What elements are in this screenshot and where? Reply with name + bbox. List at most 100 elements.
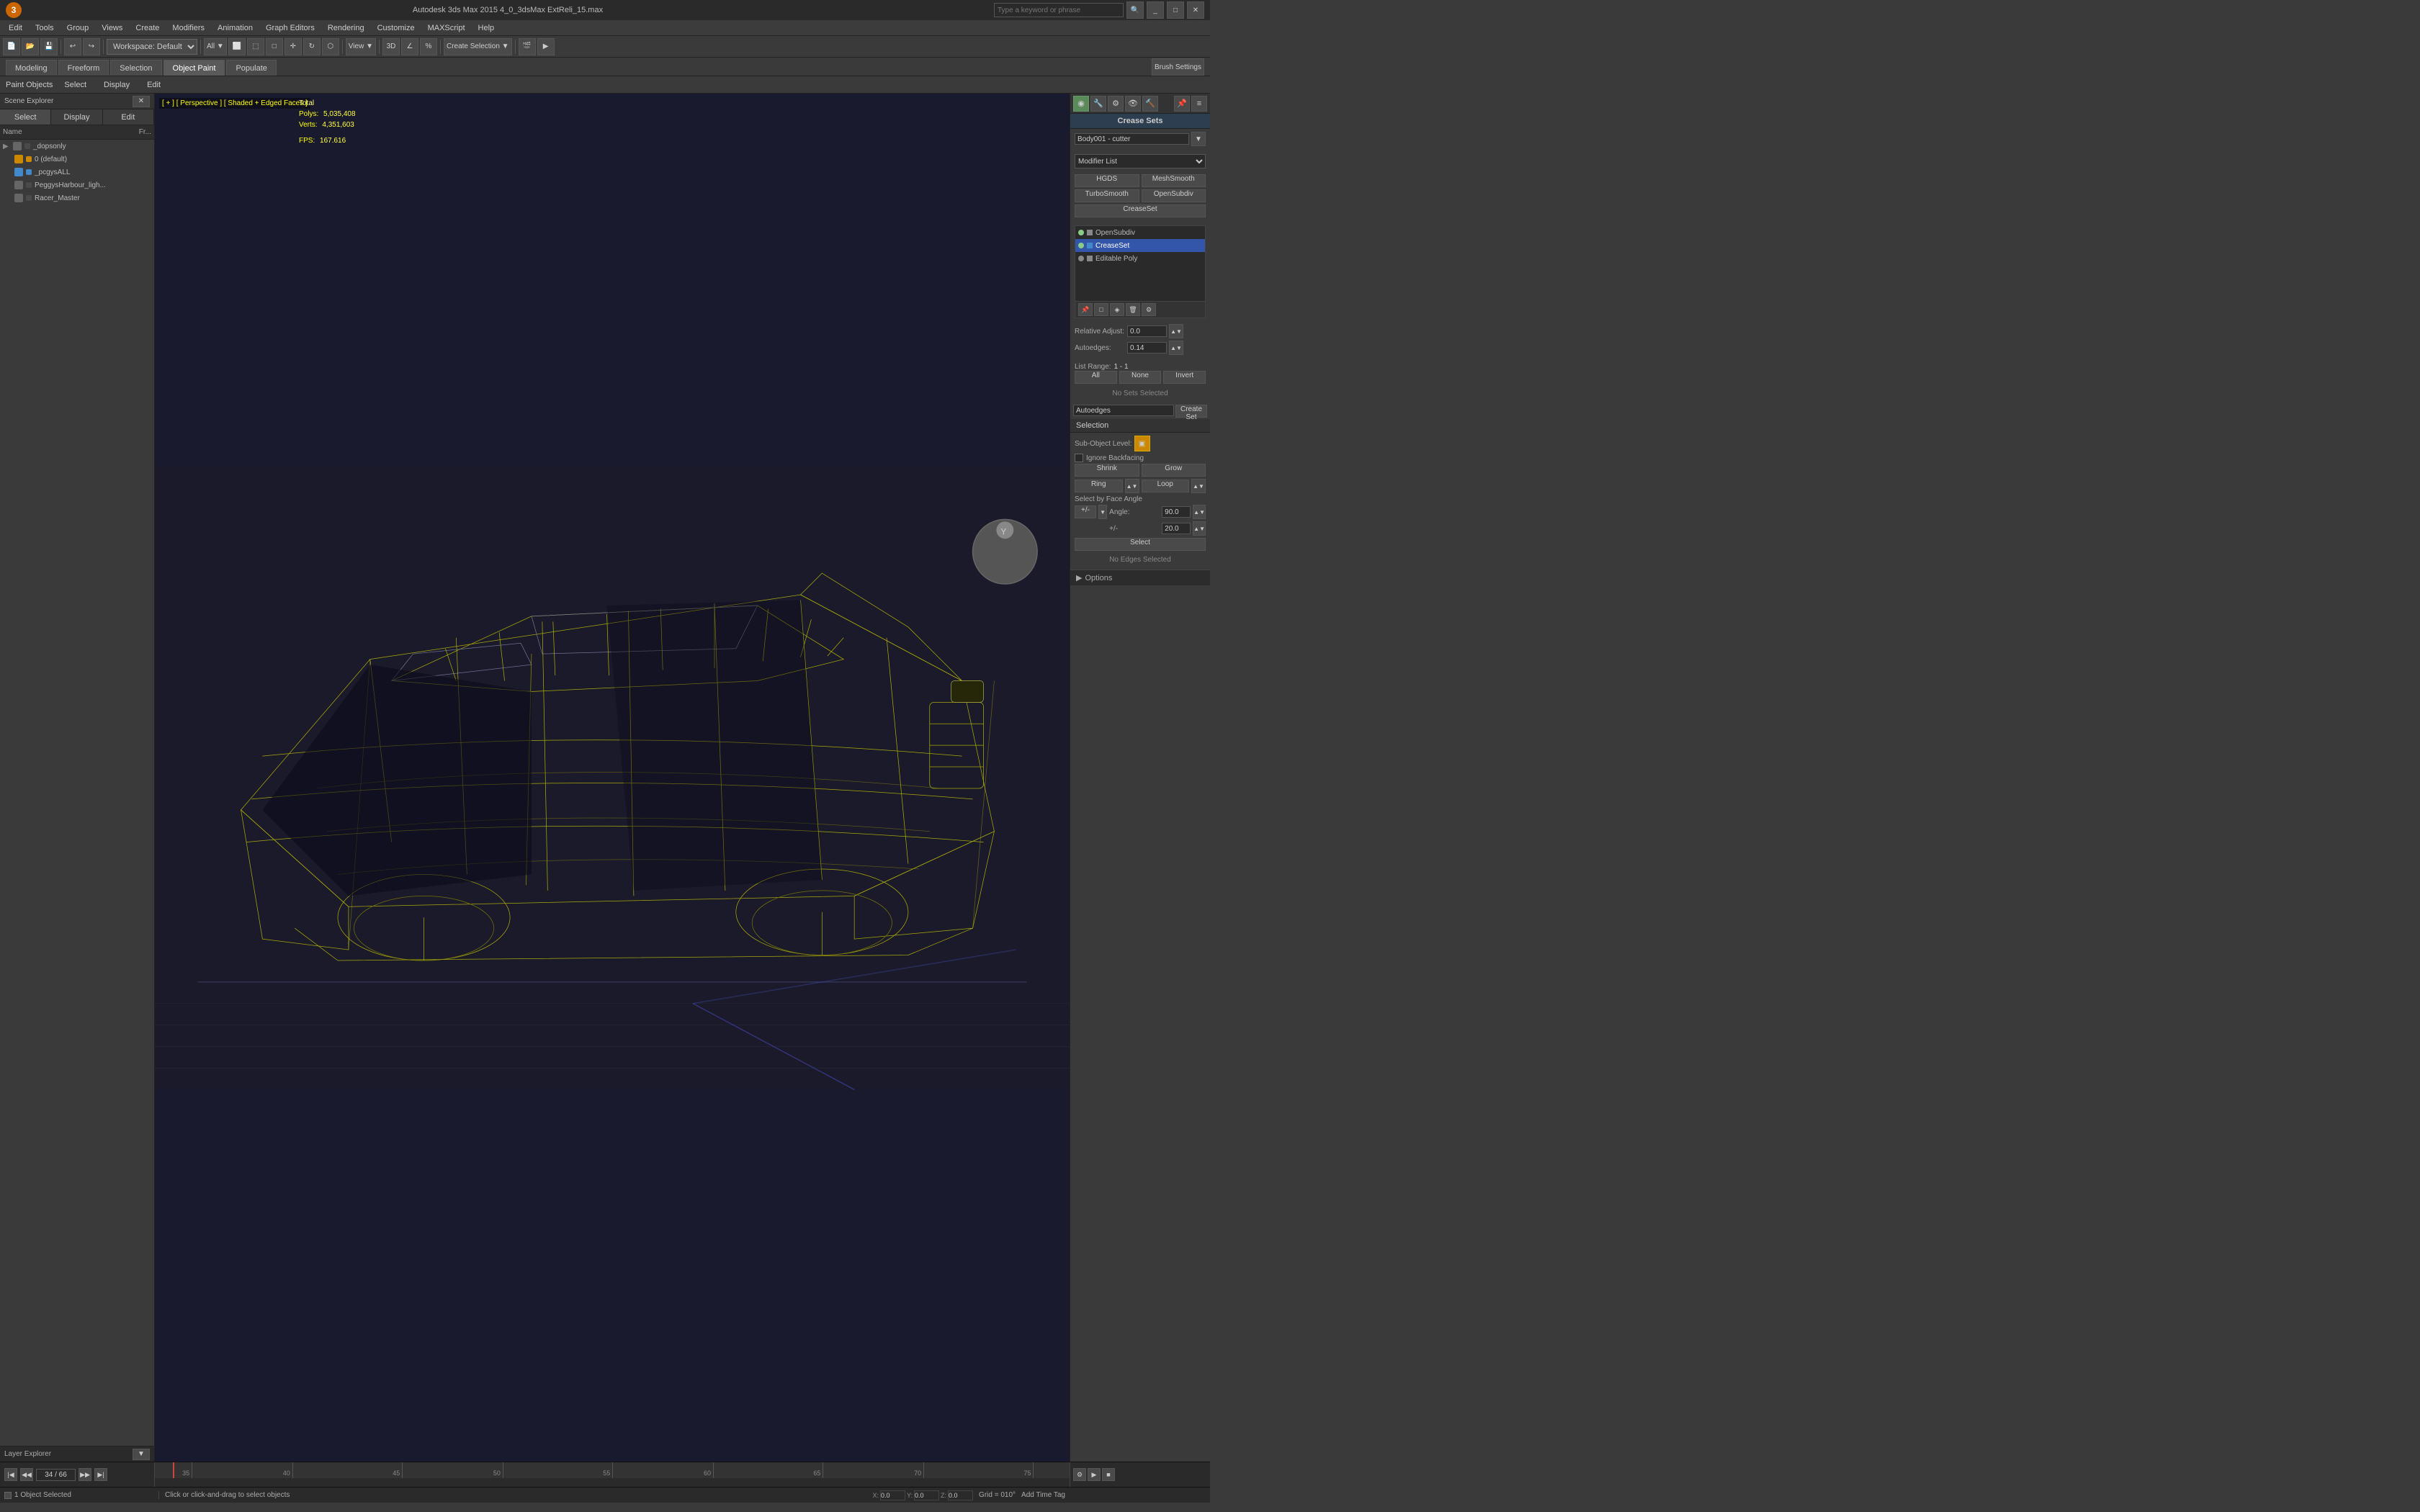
- object-dropdown-btn[interactable]: ▼: [1191, 132, 1206, 146]
- grow-btn[interactable]: Grow: [1142, 464, 1206, 477]
- tree-tab-edit[interactable]: Edit: [103, 109, 154, 125]
- tree-tab-display[interactable]: Display: [51, 109, 102, 125]
- tree-item-default[interactable]: 0 (default): [0, 153, 154, 166]
- sub-tab-select[interactable]: Select: [58, 79, 92, 91]
- close-btn[interactable]: ✕: [1187, 1, 1204, 19]
- select-filter[interactable]: All ▼: [204, 38, 227, 55]
- help-search-input[interactable]: [994, 3, 1124, 17]
- timeline-main[interactable]: 35 40 45 50 55 60 65 70 75: [155, 1462, 1070, 1487]
- snap-3d-btn[interactable]: 3D: [382, 38, 400, 55]
- open-btn[interactable]: 📂: [22, 38, 39, 55]
- shrink-btn[interactable]: Shrink: [1075, 464, 1139, 477]
- ring-spinner[interactable]: ▲▼: [1125, 479, 1139, 493]
- select-region-btn[interactable]: ⬚: [247, 38, 264, 55]
- modifier-opensubdiv[interactable]: OpenSubdiv: [1075, 226, 1205, 239]
- menu-views[interactable]: Views: [96, 22, 128, 34]
- workspace-select[interactable]: Workspace: Default: [107, 39, 197, 55]
- brush-settings-btn[interactable]: Brush Settings: [1152, 58, 1204, 76]
- show-end-result-btn[interactable]: □: [1094, 303, 1108, 316]
- y-coord-input[interactable]: [914, 1490, 939, 1500]
- menu-maxscript[interactable]: MAXScript: [422, 22, 471, 34]
- create-selection-btn[interactable]: Create Selection ▼: [444, 38, 512, 55]
- menu-help[interactable]: Help: [472, 22, 501, 34]
- sub-tab-display[interactable]: Display: [98, 79, 135, 91]
- rp-icon-display2[interactable]: 👁: [1125, 96, 1141, 112]
- menu-customize[interactable]: Customize: [372, 22, 421, 34]
- menu-modifiers[interactable]: Modifiers: [166, 22, 210, 34]
- x-coord-input[interactable]: [880, 1490, 905, 1500]
- all-btn[interactable]: All: [1075, 371, 1117, 384]
- undo-btn[interactable]: ↩: [64, 38, 81, 55]
- angle-snap-btn[interactable]: ∠: [401, 38, 418, 55]
- configure-btn[interactable]: ⚙: [1142, 303, 1156, 316]
- modifier-list-select[interactable]: Modifier List: [1075, 154, 1206, 168]
- menu-tools[interactable]: Tools: [30, 22, 60, 34]
- rp-icon-hierarchy[interactable]: 🔧: [1090, 96, 1106, 112]
- autoedges-spinner[interactable]: ▲▼: [1169, 341, 1183, 355]
- tree-item-pcgysall[interactable]: _pcgysALL: [0, 166, 154, 179]
- turbosmooth-btn[interactable]: TurboSmooth: [1075, 189, 1139, 202]
- search-btn[interactable]: 🔍: [1126, 1, 1144, 19]
- menu-edit[interactable]: Edit: [3, 22, 28, 34]
- sub-object-icon[interactable]: ▣: [1134, 436, 1150, 451]
- layer-settings-btn[interactable]: ▼: [133, 1449, 150, 1460]
- tab-freeform[interactable]: Freeform: [58, 60, 109, 76]
- prev-frame-btn[interactable]: |◀: [4, 1468, 17, 1481]
- menu-graph-editors[interactable]: Graph Editors: [260, 22, 321, 34]
- loop-spinner[interactable]: ▲▼: [1191, 479, 1206, 493]
- rp-icon-utils[interactable]: 🔨: [1142, 96, 1158, 112]
- angle-spinner[interactable]: ▲▼: [1193, 505, 1206, 519]
- new-btn[interactable]: 📄: [3, 38, 20, 55]
- play-fwd-btn[interactable]: ▶▶: [79, 1468, 91, 1481]
- modifier-editable-poly[interactable]: Editable Poly: [1075, 252, 1205, 265]
- render-setup-btn[interactable]: 🎬: [519, 38, 536, 55]
- create-set-btn[interactable]: Create Set: [1175, 405, 1207, 418]
- move-btn[interactable]: ✛: [284, 38, 302, 55]
- menu-group[interactable]: Group: [61, 22, 95, 34]
- redo-btn[interactable]: ↪: [83, 38, 100, 55]
- menu-create[interactable]: Create: [130, 22, 165, 34]
- menu-animation[interactable]: Animation: [212, 22, 259, 34]
- invert-btn[interactable]: Invert: [1163, 371, 1206, 384]
- pm-btn[interactable]: +/-: [1075, 505, 1096, 518]
- percent-snap-btn[interactable]: %: [420, 38, 437, 55]
- select-btn[interactable]: Select: [1075, 538, 1206, 551]
- viewport[interactable]: Y [ + ] [ Perspective ] [ Shaded + Edged…: [155, 94, 1070, 1462]
- minimize-btn[interactable]: _: [1147, 1, 1164, 19]
- ignore-backfacing-cb[interactable]: [1075, 454, 1083, 462]
- z-coord-input[interactable]: [948, 1490, 973, 1500]
- maximize-btn[interactable]: □: [1167, 1, 1184, 19]
- tab-populate[interactable]: Populate: [226, 60, 276, 76]
- tree-tab-select[interactable]: Select: [0, 109, 51, 125]
- rp-icon-motion[interactable]: ⚙: [1108, 96, 1124, 112]
- none-btn[interactable]: None: [1119, 371, 1162, 384]
- remove-modifier-btn[interactable]: 🗑: [1126, 303, 1140, 316]
- save-btn[interactable]: 💾: [40, 38, 58, 55]
- angle-input[interactable]: [1162, 506, 1191, 518]
- select-box-btn[interactable]: □: [266, 38, 283, 55]
- sub-tab-edit[interactable]: Edit: [141, 79, 166, 91]
- modifier-creaseset[interactable]: CreaseSet: [1075, 239, 1205, 252]
- timeline-current-marker[interactable]: [173, 1462, 174, 1478]
- autoedges-input[interactable]: [1127, 342, 1167, 354]
- tab-object-paint[interactable]: Object Paint: [163, 60, 225, 76]
- pm-dropdown[interactable]: ▼: [1098, 505, 1107, 519]
- options-header[interactable]: ▶ Options: [1070, 570, 1210, 585]
- object-name-input[interactable]: [1075, 133, 1189, 145]
- pin-stack-btn[interactable]: 📌: [1078, 303, 1093, 316]
- ring-btn[interactable]: Ring: [1075, 480, 1123, 492]
- pm-input[interactable]: [1162, 523, 1191, 534]
- key-filters-btn[interactable]: ⚙: [1073, 1468, 1086, 1481]
- rotate-btn[interactable]: ↻: [303, 38, 321, 55]
- meshsmooth-btn[interactable]: MeshSmooth: [1142, 174, 1206, 187]
- play-back-btn[interactable]: ◀◀: [20, 1468, 33, 1481]
- autoedges-name-input[interactable]: [1073, 405, 1174, 416]
- stop-btn[interactable]: ■: [1102, 1468, 1115, 1481]
- hgds-btn[interactable]: HGDS: [1075, 174, 1139, 187]
- scale-btn[interactable]: ⬡: [322, 38, 339, 55]
- select-object-btn[interactable]: ⬜: [228, 38, 246, 55]
- frame-counter[interactable]: 34 / 66: [36, 1469, 76, 1481]
- tab-modeling[interactable]: Modeling: [6, 60, 57, 76]
- tree-item-dopsonly[interactable]: ▶ _dopsonly: [0, 140, 154, 153]
- next-frame-btn[interactable]: ▶|: [94, 1468, 107, 1481]
